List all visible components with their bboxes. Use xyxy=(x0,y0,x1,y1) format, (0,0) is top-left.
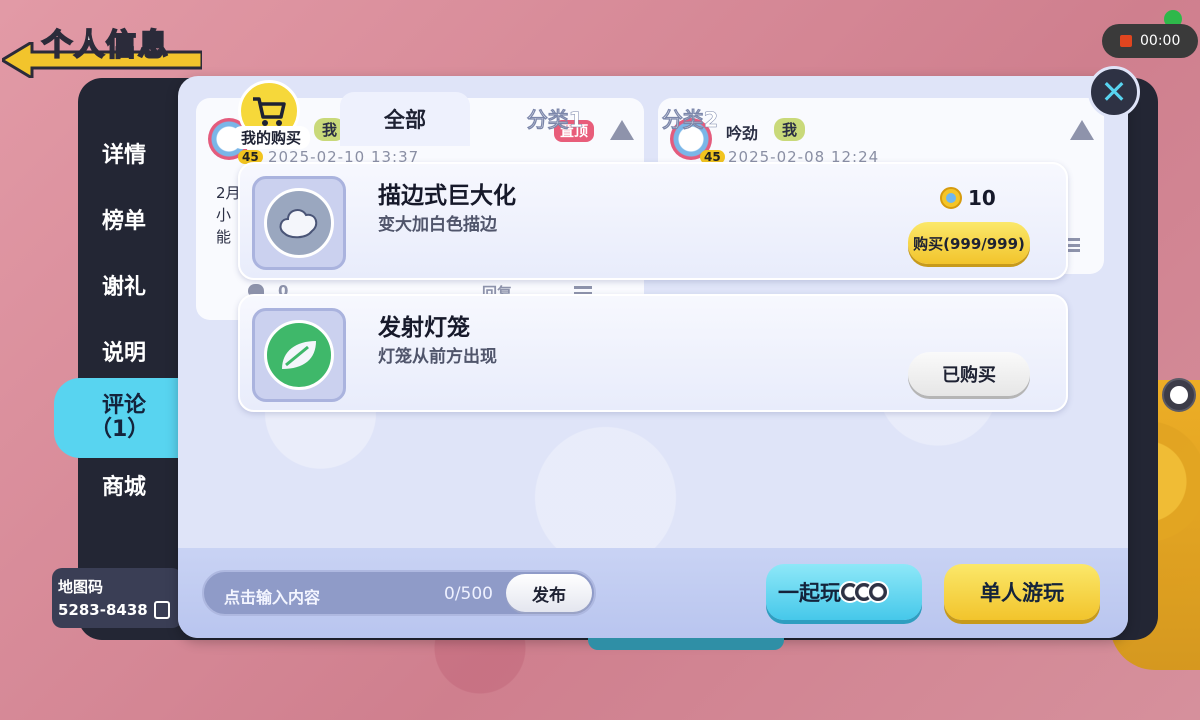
map-code-box: 地图码 5283-8438 xyxy=(52,568,182,628)
tab-category-1[interactable]: 分类1 xyxy=(490,92,620,146)
sidebar-item-instructions[interactable]: 说明 xyxy=(78,318,178,384)
purchased-button[interactable]: 已购买 xyxy=(908,352,1030,396)
comment-count: （1） xyxy=(90,417,150,442)
shop-item: 发射灯笼 灯笼从前方出现 已购买 xyxy=(238,294,1068,412)
comment-text-line: 2月 xyxy=(216,184,241,202)
comment-text-line: 小 xyxy=(216,206,232,224)
play-together-button[interactable]: 一起玩 xyxy=(766,564,922,620)
item-description: 变大加白色描边 xyxy=(378,215,497,235)
item-thumbnail xyxy=(252,308,346,402)
play-together-label: 一起玩 xyxy=(778,581,841,605)
tab-all[interactable]: 全部 xyxy=(340,92,470,146)
copy-icon[interactable] xyxy=(153,601,170,619)
coin-icon xyxy=(940,187,962,209)
sidebar-item-shop[interactable]: 商城 xyxy=(78,452,178,518)
close-icon[interactable]: ✕ xyxy=(1088,66,1140,118)
publish-button[interactable]: 发布 xyxy=(506,574,592,612)
sidebar-item-label: 详情 xyxy=(102,143,147,168)
sidebar-item-thanks[interactable]: 谢礼 xyxy=(78,252,178,318)
floating-handle[interactable] xyxy=(1162,378,1196,412)
sidebar-item-label: 榜单 xyxy=(102,209,147,234)
category-tabs: 全部 分类1 分类2 xyxy=(340,92,719,148)
comment-text-line: 能 xyxy=(216,228,232,246)
item-title: 描边式巨大化 xyxy=(378,183,516,209)
shop-item: 描边式巨大化 变大加白色描边 10 购买(999/999) xyxy=(238,162,1068,280)
leaf-icon xyxy=(264,320,334,390)
recording-indicator[interactable]: 00:00 xyxy=(1102,24,1198,58)
tab-category-2[interactable]: 分类2 xyxy=(640,92,740,146)
cloud-icon xyxy=(264,188,334,258)
sidebar-item-label: 说明 xyxy=(102,341,147,366)
sidebar-item-comments[interactable]: 评论 （1） xyxy=(54,378,178,458)
my-purchases-label: 我的购买 xyxy=(232,126,310,149)
item-thumbnail xyxy=(252,176,346,270)
map-code-label: 地图码 xyxy=(58,578,104,596)
sidebar-nav: 详情 榜单 谢礼 说明 评论 （1） 商城 xyxy=(54,120,178,518)
sidebar-item-leaderboard[interactable]: 榜单 xyxy=(78,186,178,252)
item-price: 10 xyxy=(940,186,996,210)
char-count: 0/500 xyxy=(444,584,493,604)
buy-button[interactable]: 购买(999/999) xyxy=(908,222,1030,264)
record-time: 00:00 xyxy=(1140,33,1181,49)
friends-avatars xyxy=(839,581,889,603)
page-title: 个人信息 xyxy=(41,27,170,64)
map-code-value: 5283-8438 xyxy=(58,601,148,619)
item-description: 灯笼从前方出现 xyxy=(378,347,497,367)
my-purchases-button[interactable]: 我的购买 xyxy=(232,80,310,152)
solo-play-button[interactable]: 单人游玩 xyxy=(944,564,1100,620)
sidebar-item-details[interactable]: 详情 xyxy=(78,120,178,186)
price-value: 10 xyxy=(968,186,996,210)
record-stop-icon xyxy=(1120,35,1132,47)
sidebar-item-label: 商城 xyxy=(102,475,147,500)
report-icon[interactable] xyxy=(1070,120,1094,140)
me-tag: 我 xyxy=(774,118,806,141)
item-title: 发射灯笼 xyxy=(378,315,470,341)
sidebar-item-label: 谢礼 xyxy=(102,275,147,300)
comment-input[interactable]: 点击输入内容 0/500 发布 xyxy=(202,570,596,616)
comment-input-placeholder: 点击输入内容 xyxy=(224,588,321,607)
sidebar-item-label: 评论 xyxy=(102,393,147,418)
